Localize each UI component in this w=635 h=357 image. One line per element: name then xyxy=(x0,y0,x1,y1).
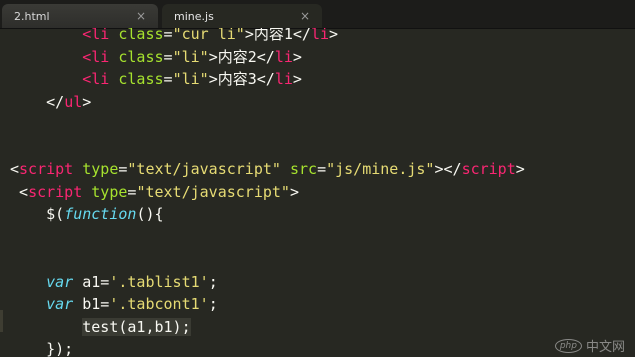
code-token: > xyxy=(82,92,92,111)
tab-2-html[interactable]: 2.html × xyxy=(2,4,158,28)
code-area[interactable]: <li class="cur li">内容1</li> <li class="l… xyxy=(10,28,525,357)
code-token: "li" xyxy=(172,70,209,88)
code-token: src xyxy=(289,160,318,178)
code-editor[interactable]: <li class="cur li">内容1</li> <li class="l… xyxy=(0,28,635,357)
code-token: </ xyxy=(46,92,65,111)
code-token: > xyxy=(292,47,302,66)
watermark-text: 中文网 xyxy=(585,340,625,355)
code-token: "cur li" xyxy=(172,28,245,43)
php-logo-icon: php xyxy=(554,338,582,353)
code-token: function xyxy=(64,205,137,223)
code-line[interactable]: <li class="cur li">内容1</li> xyxy=(10,28,525,46)
code-token: > xyxy=(329,28,339,43)
code-line[interactable]: <li class="li">内容2</li> xyxy=(10,46,525,69)
code-line[interactable] xyxy=(10,248,525,271)
code-token: type xyxy=(91,182,128,201)
code-token: > xyxy=(292,70,302,88)
code-token: class xyxy=(118,70,164,88)
code-token: "text/javascript" xyxy=(136,182,290,201)
code-line[interactable]: test(a1,b1); xyxy=(10,316,525,339)
code-token: li xyxy=(274,47,293,66)
code-token: li xyxy=(310,28,329,43)
code-token: <li xyxy=(82,47,110,66)
code-line[interactable]: <script type="text/javascript"> xyxy=(10,181,525,204)
code-token: ul xyxy=(64,92,83,111)
code-token: >内容1</ xyxy=(244,28,311,43)
code-token: class xyxy=(118,47,164,66)
code-token: >内容3</ xyxy=(208,70,275,88)
code-token: ; xyxy=(208,272,218,291)
code-token: var xyxy=(46,272,74,291)
code-token: > xyxy=(289,182,299,201)
code-token: = xyxy=(163,70,173,88)
code-token: li xyxy=(274,70,293,88)
code-token: var xyxy=(46,295,74,313)
code-token: <li xyxy=(82,28,110,43)
code-token: '.tabcont1' xyxy=(109,295,209,313)
code-token: type xyxy=(82,160,119,178)
code-line[interactable]: var a1='.tablist1'; xyxy=(10,271,525,294)
tab-mine-js[interactable]: mine.js × xyxy=(162,4,322,28)
code-token: ; xyxy=(208,295,218,313)
code-token: ></ xyxy=(434,160,462,178)
code-token: script xyxy=(28,182,83,201)
code-line[interactable] xyxy=(10,226,525,249)
code-token: }); xyxy=(46,340,74,357)
code-token: "li" xyxy=(172,47,209,66)
code-line[interactable]: <li class="li">内容3</li> xyxy=(10,68,525,91)
code-token: = xyxy=(163,28,173,43)
tab-label: mine.js xyxy=(174,10,214,23)
close-icon[interactable]: × xyxy=(300,9,310,23)
code-token: "text/javascript" xyxy=(127,160,281,178)
code-line[interactable] xyxy=(10,136,525,159)
code-line[interactable]: $(function(){ xyxy=(10,203,525,226)
code-line[interactable]: }); xyxy=(10,338,525,357)
code-token: = xyxy=(317,160,327,178)
code-token: script xyxy=(19,160,74,178)
code-token: script xyxy=(461,160,516,178)
tab-bar: 2.html × mine.js × xyxy=(0,0,635,29)
code-token: '.tablist1' xyxy=(109,272,209,291)
code-token: > xyxy=(515,160,525,178)
code-token: <li xyxy=(82,70,110,88)
code-token: "js/mine.js" xyxy=(326,160,435,178)
watermark: php 中文网 xyxy=(554,336,625,355)
code-token: (){ xyxy=(136,205,164,223)
code-line[interactable]: <script type="text/javascript" src="js/m… xyxy=(10,158,525,181)
code-line[interactable]: </ul> xyxy=(10,91,525,114)
current-line-marker xyxy=(0,310,3,332)
code-token: class xyxy=(118,28,164,43)
code-token: < xyxy=(19,182,29,201)
code-token: = xyxy=(163,47,173,66)
code-token: test(a1,b1); xyxy=(82,317,191,336)
tab-label: 2.html xyxy=(14,10,50,23)
code-token: $( xyxy=(46,205,65,223)
close-icon[interactable]: × xyxy=(136,9,146,23)
code-token: < xyxy=(10,160,20,178)
code-token: >内容2</ xyxy=(208,47,275,66)
code-line[interactable] xyxy=(10,113,525,136)
code-line[interactable]: var b1='.tabcont1'; xyxy=(10,293,525,316)
code-token: b1= xyxy=(73,295,110,313)
code-token: a1= xyxy=(73,272,110,291)
